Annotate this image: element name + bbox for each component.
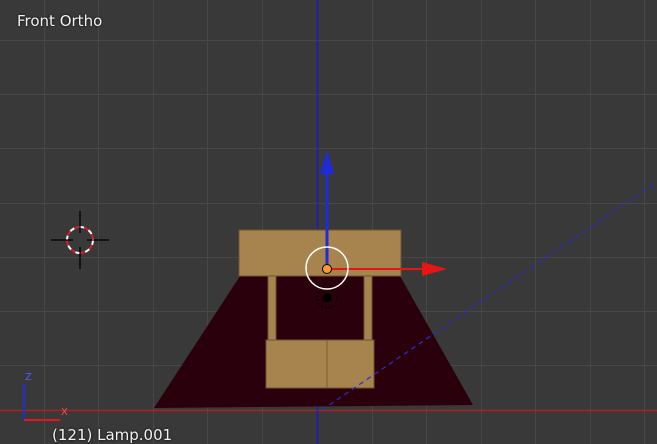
3d-viewport[interactable]: Z X Front Ortho (121) Lamp.001 bbox=[0, 0, 657, 444]
view-name-label: Front Ortho bbox=[17, 12, 103, 30]
z-manipulator-arrowhead[interactable] bbox=[320, 150, 334, 174]
transform-manipulator-icon[interactable] bbox=[305, 150, 447, 290]
lamp-left-post[interactable] bbox=[267, 275, 277, 341]
mini-axis-x-label: X bbox=[61, 407, 68, 418]
manipulator-center-dot[interactable] bbox=[322, 264, 332, 274]
lamp-base-box[interactable] bbox=[265, 339, 375, 389]
mini-axis-z-label: Z bbox=[25, 372, 32, 383]
3d-cursor-icon[interactable] bbox=[51, 211, 109, 269]
lamp-right-post[interactable] bbox=[363, 275, 373, 341]
scene-objects bbox=[23, 150, 657, 421]
x-manipulator-arrowhead[interactable] bbox=[422, 262, 447, 276]
mini-axis-widget bbox=[23, 384, 60, 421]
active-object-info: (121) Lamp.001 bbox=[52, 426, 173, 444]
